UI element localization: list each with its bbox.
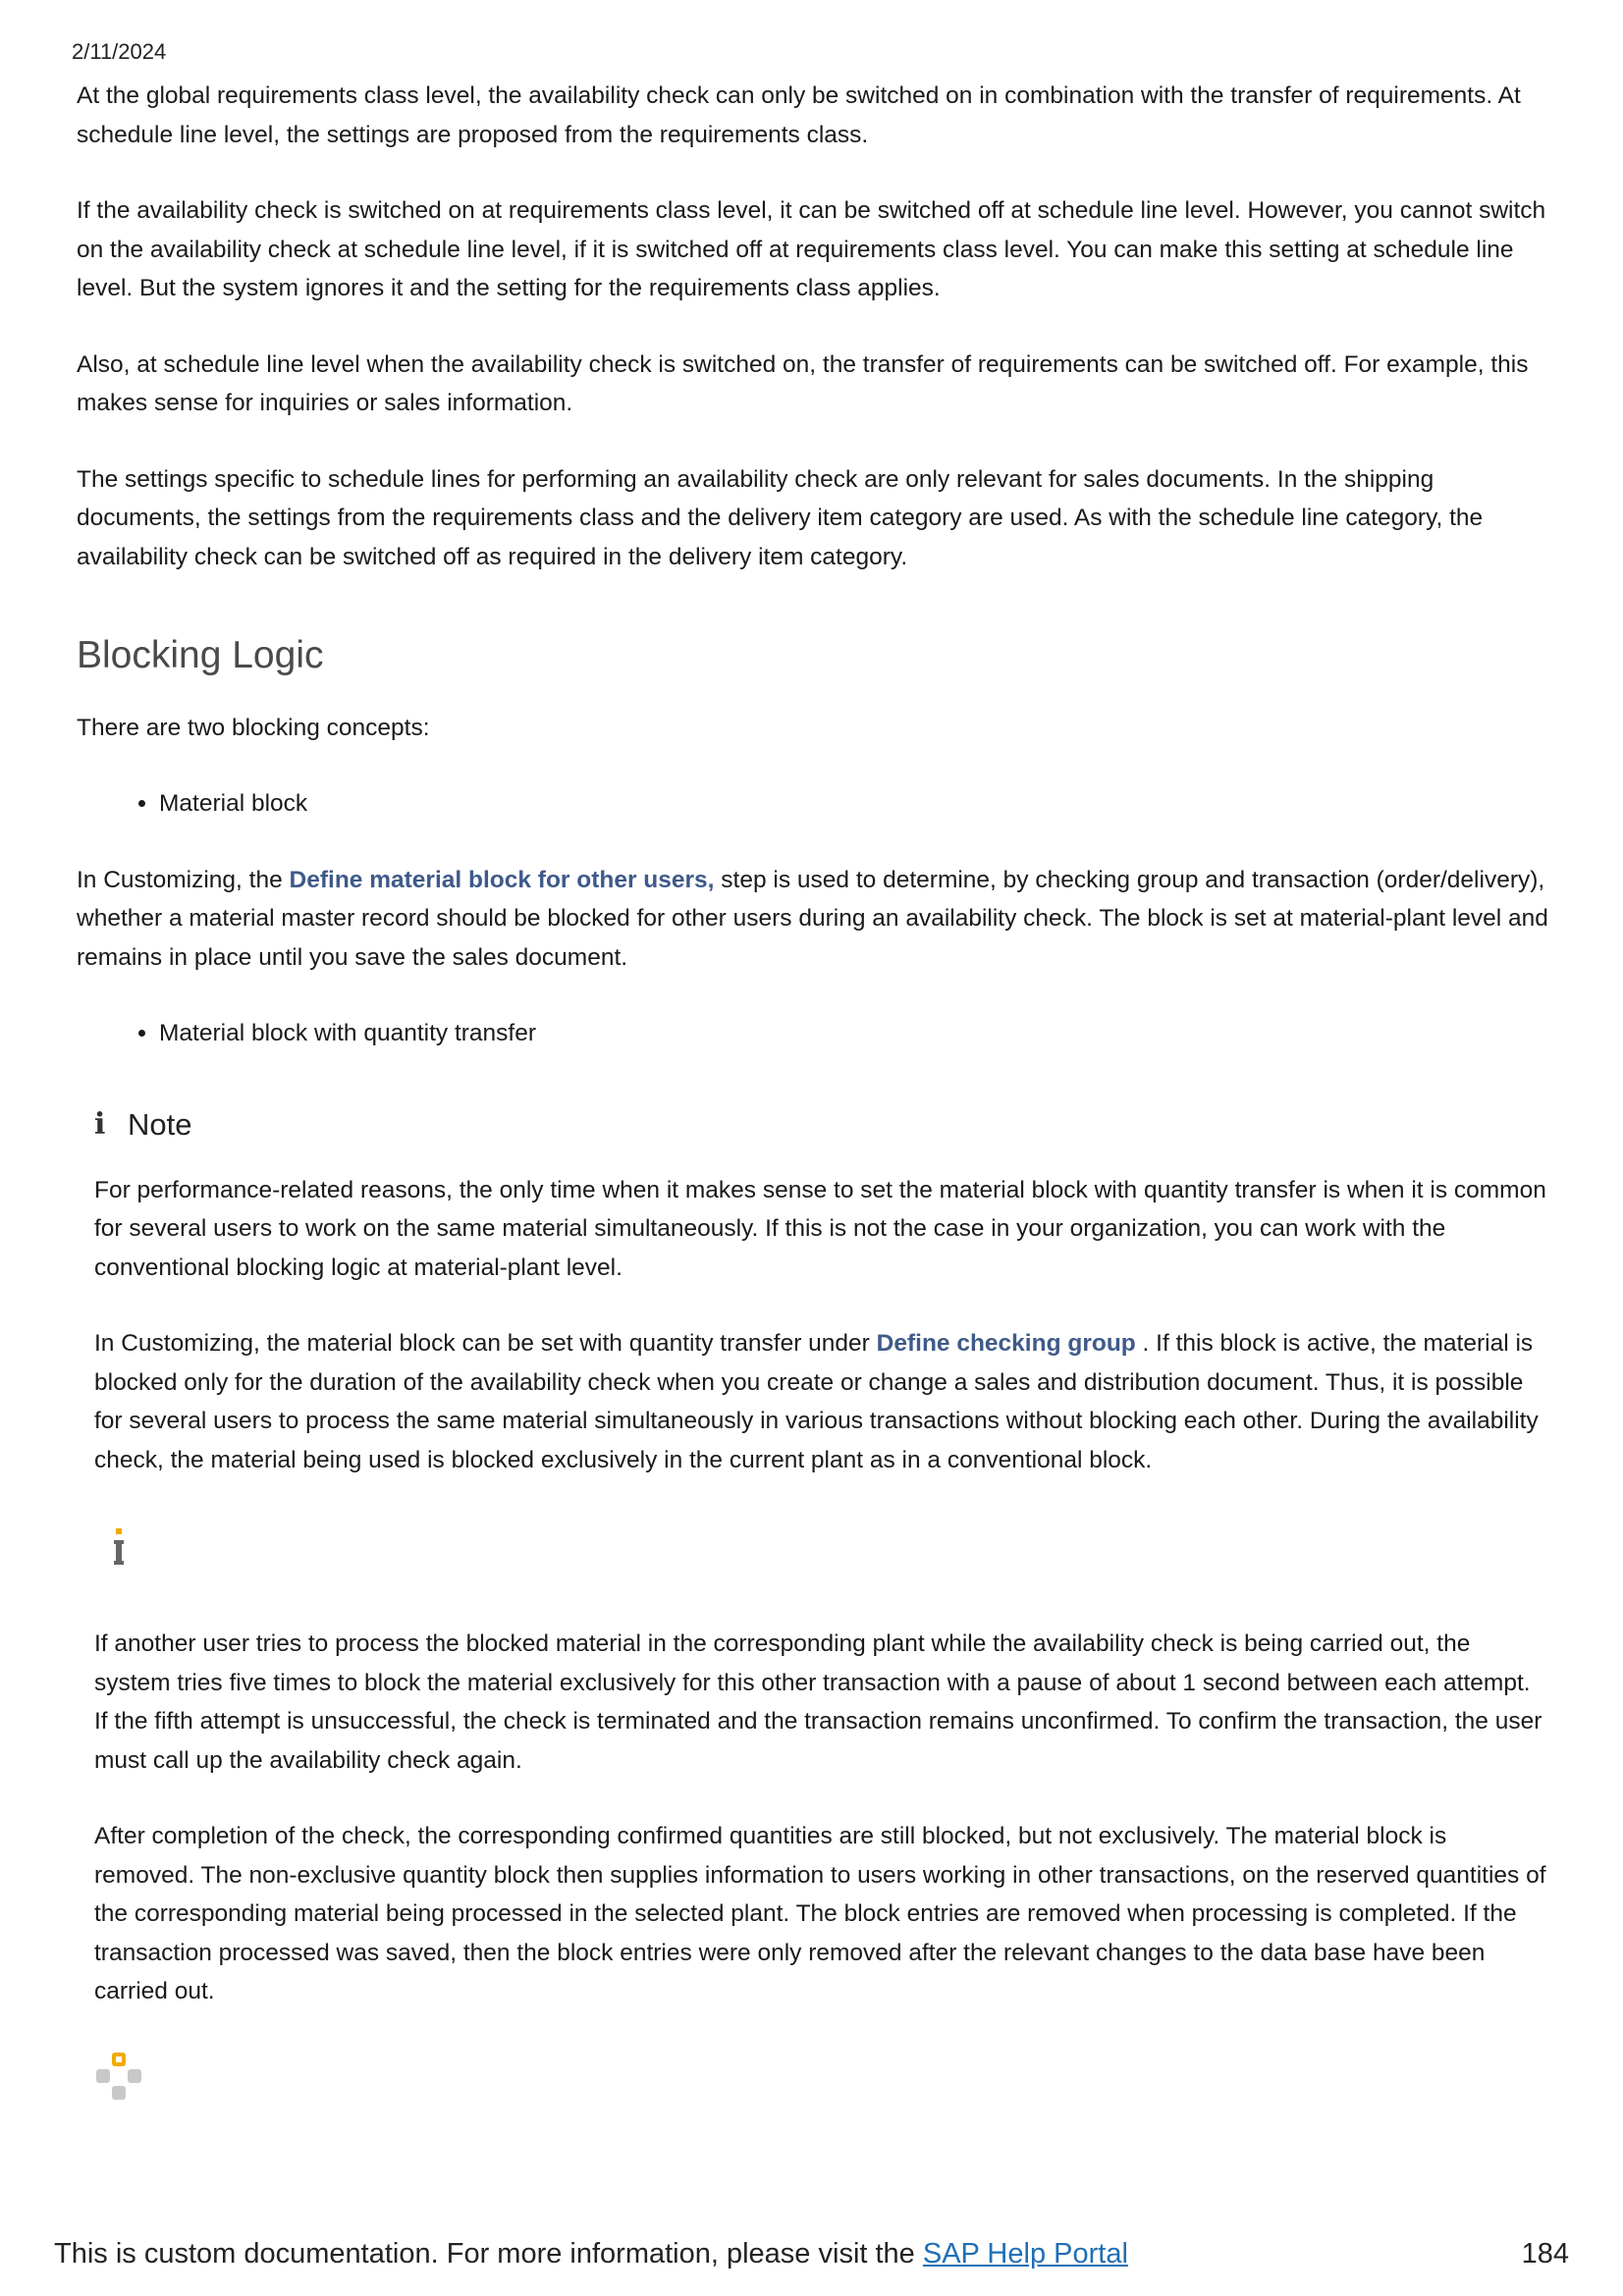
define-checking-group-link[interactable]: Define checking group — [877, 1330, 1136, 1357]
footer-text: This is custom documentation. For more i… — [54, 2238, 1128, 2270]
sap-help-portal-link[interactable]: SAP Help Portal — [923, 2238, 1128, 2269]
note-paragraph-performance: For performance-related reasons, the onl… — [94, 1176, 1546, 1281]
print-date: 2/11/2024 — [72, 39, 167, 64]
note-header: i Note — [94, 1100, 1549, 1149]
info-icon: i — [94, 1107, 106, 1143]
note-box: i Note For performance-related reasons, … — [94, 1100, 1549, 2102]
paragraph-requirements-class: At the global requirements class level, … — [77, 82, 1521, 148]
paragraph-switch-off: If the availability check is switched on… — [77, 197, 1546, 301]
text-segment: In Customizing, the — [77, 866, 290, 893]
page-footer: This is custom documentation. For more i… — [54, 2238, 1569, 2270]
section-heading: Blocking Logic — [77, 634, 324, 676]
paragraph-transfer-off: Also, at schedule line level when the av… — [77, 350, 1529, 417]
list-item: Material block with quantity transfer — [159, 1014, 1549, 1053]
document-body: At the global requirements class level, … — [77, 77, 1549, 2102]
note-title: Note — [128, 1106, 192, 1142]
define-material-block-link[interactable]: Define material block for other users, — [290, 867, 715, 893]
text-segment: In Customizing, the material block can b… — [94, 1330, 877, 1358]
info-marker-icon — [108, 1528, 130, 1568]
bullet-list-1: Material block — [77, 784, 1549, 824]
paragraph-customizing-block: In Customizing, the Define material bloc… — [77, 861, 1549, 978]
blocking-intro: There are two blocking concepts: — [77, 714, 430, 741]
bullet-list-2: Material block with quantity transfer — [77, 1014, 1549, 1053]
example-icon — [94, 2052, 1549, 2102]
note-paragraph-customizing: In Customizing, the material block can b… — [94, 1324, 1549, 1479]
note-paragraph-retry: If another user tries to process the blo… — [94, 1630, 1542, 1774]
paragraph-schedule-lines: The settings specific to schedule lines … — [77, 465, 1484, 570]
note-paragraph-completion: After completion of the check, the corre… — [94, 1823, 1546, 2005]
list-item: Material block — [159, 784, 1549, 824]
page-number: 184 — [1521, 2238, 1569, 2269]
footer-label: This is custom documentation. For more i… — [54, 2238, 923, 2269]
